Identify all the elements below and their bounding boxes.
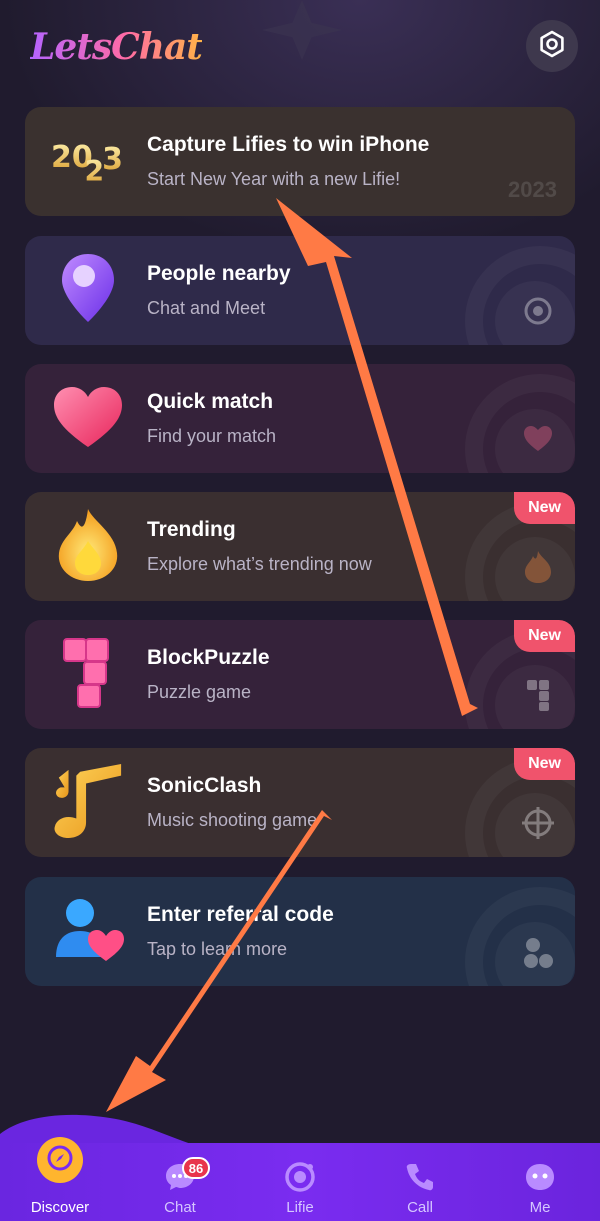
card-title: Capture Lifies to win iPhone: [147, 133, 430, 156]
card-people-nearby[interactable]: People nearby Chat and Meet: [25, 236, 575, 345]
nav-discover[interactable]: Discover: [10, 1150, 110, 1216]
card-subtitle: Puzzle game: [147, 682, 252, 702]
new-badge: New: [514, 620, 575, 652]
me-face-icon: [523, 1160, 557, 1193]
svg-text:3: 3: [102, 142, 123, 177]
flame-icon: [51, 508, 125, 582]
card-subtitle: Start New Year with a new Lifie!: [147, 169, 401, 189]
fire-watermark-icon: [521, 550, 555, 584]
chat-unread-badge: 86: [182, 1157, 210, 1179]
target-icon: [521, 294, 555, 328]
lifie-icon: [283, 1160, 317, 1193]
nav-label: Me: [529, 1199, 551, 1216]
nav-label: Call: [407, 1199, 433, 1216]
card-subtitle: Tap to learn more: [147, 939, 288, 959]
location-pin-icon: [51, 252, 125, 326]
card-referral-code[interactable]: Enter referral code Tap to learn more: [25, 877, 575, 986]
card-title: People nearby: [147, 262, 291, 285]
phone-icon: [403, 1160, 437, 1193]
card-title: Enter referral code: [147, 903, 334, 926]
nav-me[interactable]: Me: [490, 1150, 590, 1216]
nav-lifie[interactable]: Lifie: [250, 1150, 350, 1216]
settings-icon: [538, 30, 566, 63]
nav-chat[interactable]: Chat: [130, 1150, 230, 1216]
crosshair-note-icon: [521, 806, 555, 840]
nav-label: Chat: [164, 1199, 196, 1216]
card-quick-match[interactable]: Quick match Find your match: [25, 364, 575, 473]
settings-button[interactable]: [526, 20, 578, 72]
card-title: SonicClash: [147, 774, 262, 797]
card-watermark: 2023: [508, 177, 557, 202]
heart-watermark-icon: [521, 422, 555, 456]
card-trending[interactable]: New Trending Explore what’s trending now: [25, 492, 575, 601]
people-watermark-icon: [521, 935, 555, 969]
new-badge: New: [514, 748, 575, 780]
block-puzzle-icon: [51, 636, 125, 710]
nav-label: Lifie: [286, 1199, 314, 1216]
heart-icon: [51, 380, 125, 454]
card-sonicclash[interactable]: New SonicClash Music shooting game: [25, 748, 575, 857]
card-subtitle: Music shooting game: [147, 810, 318, 830]
svg-text:2: 2: [84, 155, 104, 188]
card-subtitle: Find your match: [147, 426, 277, 446]
card-subtitle: Chat and Meet: [147, 298, 266, 318]
card-blockpuzzle[interactable]: New BlockPuzzle Puzzle game: [25, 620, 575, 729]
nav-call[interactable]: Call: [370, 1150, 470, 1216]
blocks-watermark-icon: [521, 678, 555, 712]
nav-label: Discover: [30, 1199, 90, 1216]
card-title: BlockPuzzle: [147, 646, 270, 669]
card-capture-lifies[interactable]: 20 2 3 Capture Lifies to win iPhone Star…: [25, 107, 575, 216]
referral-user-icon: [51, 893, 125, 967]
2023-icon: 20 2 3: [51, 123, 125, 197]
new-badge: New: [514, 492, 575, 524]
card-title: Trending: [147, 518, 236, 541]
app-logo: LetsChat: [30, 26, 203, 68]
card-subtitle: Explore what’s trending now: [147, 554, 372, 574]
card-title: Quick match: [147, 390, 274, 413]
music-note-icon: [51, 764, 125, 838]
